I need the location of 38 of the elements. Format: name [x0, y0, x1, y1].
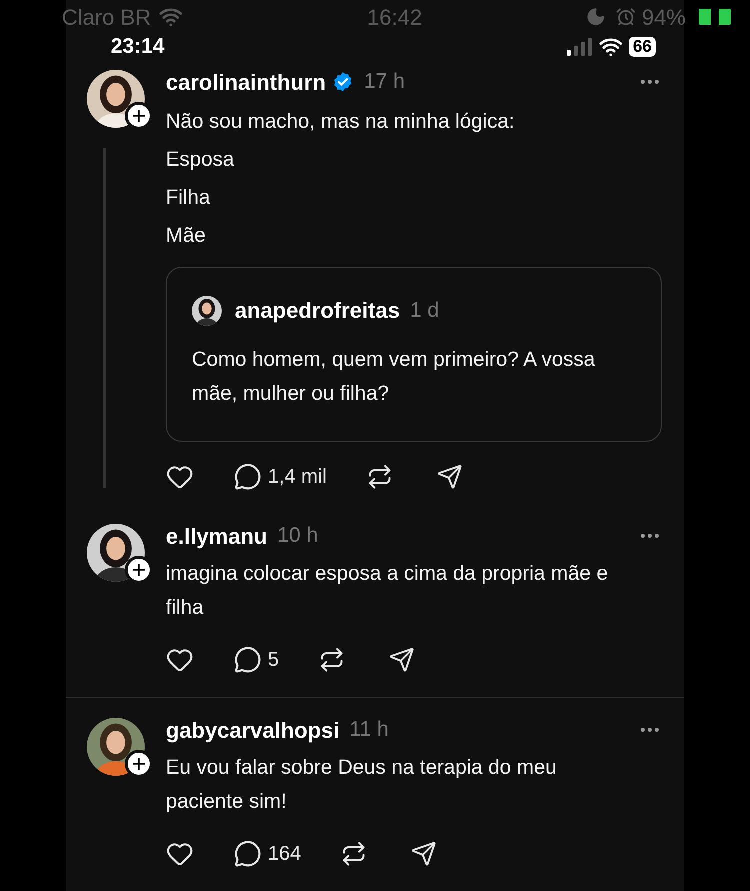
share-icon[interactable]	[436, 464, 463, 490]
reply-count: 1,4 mil	[268, 465, 327, 490]
post-text: Mãe	[166, 223, 207, 249]
post-text: imagina colocar esposa a cima da propria mãe e filha	[166, 561, 610, 621]
share-icon[interactable]	[389, 647, 416, 673]
battery-indicator: 66	[629, 37, 656, 57]
verified-badge-icon	[332, 71, 354, 93]
post-time: 11 h	[350, 717, 389, 744]
username[interactable]: gabycarvalhopsi	[166, 714, 340, 746]
post-text: Filha	[166, 185, 212, 211]
username[interactable]: anapedrofreitas	[235, 294, 400, 327]
signal-icon	[567, 38, 594, 56]
reply-icon[interactable]	[234, 646, 262, 674]
quoted-post-card[interactable]: anapedrofreitas 1 d Como homem, quem vem primeiro? A vossa mãe, mulher ou filha?	[166, 267, 662, 442]
post-time: 1 d	[410, 298, 440, 324]
username[interactable]: carolinainthurn	[166, 66, 326, 98]
ghost-battery-icon	[698, 8, 732, 26]
reply-icon[interactable]	[234, 463, 262, 491]
reply-count: 164	[268, 842, 302, 867]
username[interactable]: e.llymanu	[166, 520, 268, 552]
repost-icon[interactable]	[341, 841, 368, 867]
reply-count: 5	[268, 648, 280, 673]
ghost-carrier: Claro BR	[62, 4, 152, 32]
ghost-moon-icon	[586, 7, 606, 27]
post-text: Não sou macho, mas na minha lógica:	[166, 109, 516, 135]
ghost-time: 16:42	[367, 4, 422, 32]
ghost-alarm-icon	[616, 7, 636, 27]
post-time: 17 h	[364, 69, 405, 96]
repost-icon[interactable]	[319, 647, 346, 673]
post-text: Como homem, quem vem primeiro? A vossa mãe, mulher ou filha?	[192, 347, 596, 407]
status-time: 23:14	[111, 34, 165, 60]
repost-icon[interactable]	[366, 464, 393, 490]
share-icon[interactable]	[411, 841, 438, 867]
ghost-battery-level: 94%	[642, 4, 686, 32]
post-text: Esposa	[166, 147, 236, 173]
reply-icon[interactable]	[234, 840, 262, 868]
post-time: 10 h	[277, 523, 318, 550]
post-text: Eu vou falar sobre Deus na terapia do meu paciente sim!	[166, 755, 558, 815]
